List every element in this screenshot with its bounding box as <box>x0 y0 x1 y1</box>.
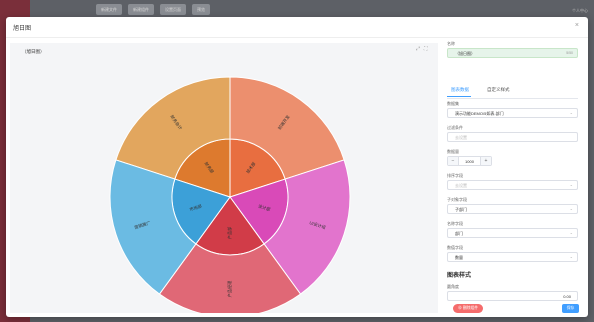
dataset-label: 数据集 <box>447 101 459 106</box>
dataset-select[interactable]: 演示功能DEMO/5如表-部门 ⌄ <box>447 108 578 118</box>
count-label: 数据量 <box>447 149 459 154</box>
value-field-select[interactable]: 数量 ⌄ <box>447 252 578 262</box>
bg-toolbar-button: 设置页面 <box>160 4 186 15</box>
filter-placeholder: 去设置 <box>455 135 467 140</box>
radius-value: 0.00 <box>563 294 571 299</box>
child-field-label: 子对象字段 <box>447 197 467 202</box>
background-toolbar: 新建文件 新建组件 设置页面 预览 <box>96 4 210 15</box>
quantity-stepper: − 1000 + <box>447 156 492 166</box>
tab-chart-data[interactable]: 图表数据 <box>451 87 469 93</box>
settings-panel: 名称 （旭日图） 5/50 图表数据 自定义样式 数据集 演示功能DEMO/5如… <box>447 41 583 312</box>
sunburst-chart: 财务部财务会计技术部前端开发设计部UI设计组产品部产品经理市场部营销推广 <box>109 76 351 313</box>
chevron-down-icon: ⌄ <box>569 206 573 211</box>
name-char-count: 5/50 <box>566 51 573 55</box>
dialog-footer: ⊗ 删除组件 保存 <box>447 301 584 317</box>
value-field-value: 数量 <box>455 255 463 260</box>
increment-button[interactable]: + <box>480 157 491 165</box>
filter-label: 过滤条件 <box>447 125 463 130</box>
delete-button[interactable]: ⊗ 删除组件 <box>453 304 484 313</box>
chevron-down-icon: ⌄ <box>569 254 573 259</box>
save-button[interactable]: 保存 <box>562 304 579 313</box>
close-icon[interactable]: × <box>575 22 579 29</box>
bg-user-link: 个人中心 <box>572 8 588 13</box>
sunburst-inner-label: 产品部 <box>226 227 233 240</box>
name-field-value: 部门 <box>455 231 463 236</box>
bg-toolbar-button: 新建组件 <box>128 4 154 15</box>
radius-label: 圆角度 <box>447 284 459 289</box>
chart-preview-panel: 财务部 财务会计 技术部 前端开发 设计部 UI设计组 产品部 产品经理 市场部 营销推广 <box>10 43 438 313</box>
section-title: 图表样式 <box>447 273 472 279</box>
name-label: 名称 <box>447 41 455 46</box>
filter-input[interactable]: 去设置 <box>447 132 578 142</box>
bg-toolbar-button: 预览 <box>192 4 210 15</box>
chevron-down-icon: ⌄ <box>569 182 573 187</box>
sort-select[interactable]: 去设置 ⌄ <box>447 180 578 190</box>
active-tab-indicator <box>447 96 471 97</box>
sort-label: 排序字段 <box>447 173 463 178</box>
name-input-value: （旭日图） <box>455 51 475 56</box>
child-field-select[interactable]: 子部门 ⌄ <box>447 204 578 214</box>
sunburst-group: 财务部财务会计技术部前端开发设计部UI设计组产品部产品经理市场部营销推广 <box>109 76 351 313</box>
name-field-select[interactable]: 部门 ⌄ <box>447 228 578 238</box>
name-field-label: 名称字段 <box>447 221 463 226</box>
settings-tabs: 图表数据 自定义样式 <box>447 87 578 99</box>
bg-toolbar-button: 新建文件 <box>96 4 122 15</box>
delete-button-label: 删除组件 <box>462 306 479 310</box>
dialog-title: 旭日图 <box>13 26 32 32</box>
dataset-value: 演示功能DEMO/5如表-部门 <box>455 111 504 116</box>
chart-editor-dialog: 旭日图 × 财务部 财务会计 技术部 前端开发 设计部 UI设计组 产品部 产品经理 市场部 营销… <box>6 17 588 317</box>
chevron-down-icon: ⌄ <box>569 230 573 235</box>
radius-input[interactable]: 0.00 <box>447 291 578 301</box>
child-field-value: 子部门 <box>455 207 467 212</box>
name-input[interactable]: （旭日图） 5/50 <box>447 48 578 58</box>
expand-icon[interactable]: ⤢ <box>416 46 420 52</box>
tab-custom-style[interactable]: 自定义样式 <box>487 87 510 93</box>
value-field-label: 数值字段 <box>447 245 463 250</box>
sort-placeholder: 去设置 <box>455 183 467 188</box>
dialog-header: 旭日图 × <box>6 17 588 38</box>
quantity-value[interactable]: 1000 <box>458 159 481 164</box>
sunburst-outer-label: 产品经理 <box>226 280 233 298</box>
chevron-down-icon: ⌄ <box>569 110 573 115</box>
chart-title: （旭日图） <box>22 49 45 54</box>
fullscreen-icon[interactable]: ⛶ <box>424 46 428 52</box>
